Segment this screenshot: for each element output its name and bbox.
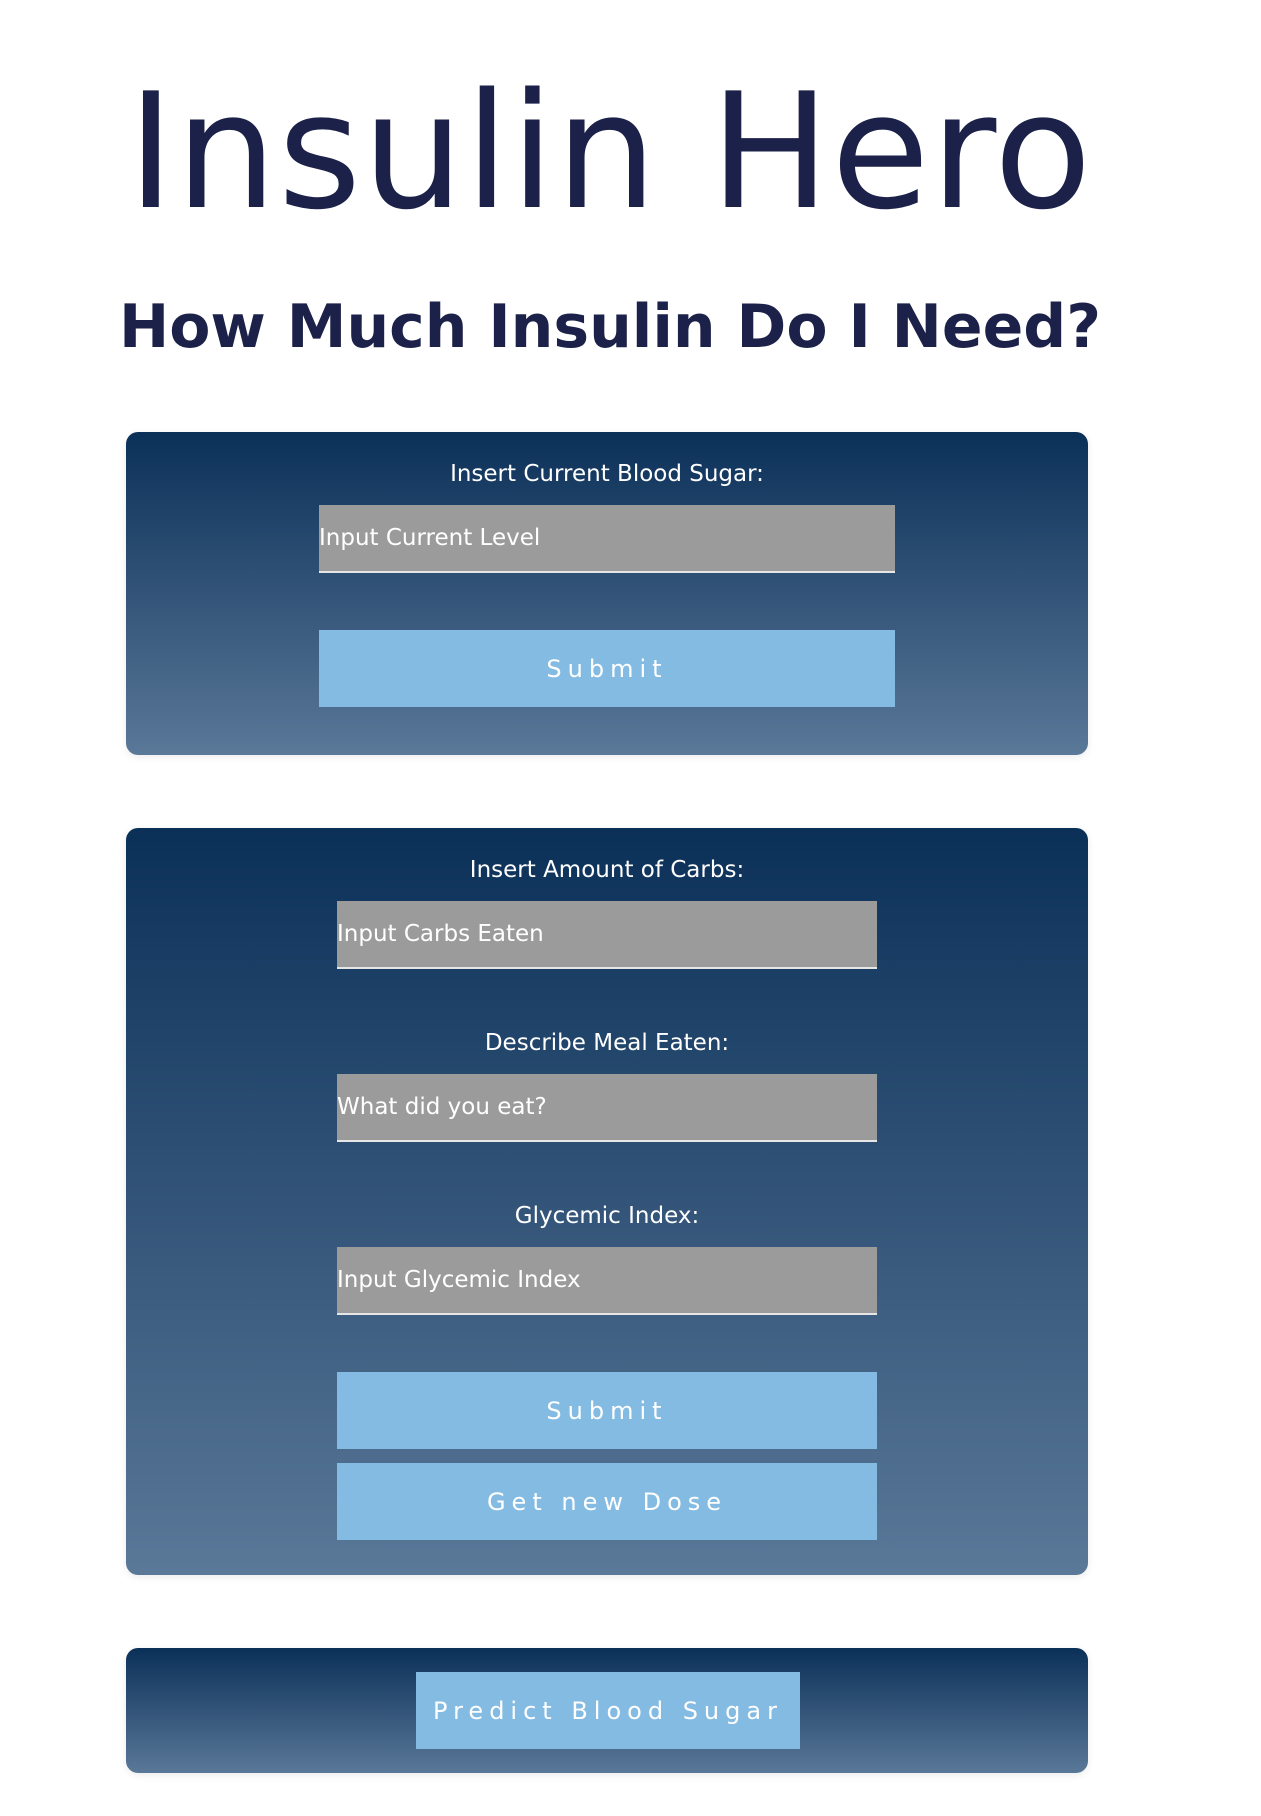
predict-card: Predict Blood Sugar [126, 1648, 1088, 1773]
glycemic-index-input[interactable] [337, 1247, 877, 1315]
meal-card: Insert Amount of Carbs: Describe Meal Ea… [126, 828, 1088, 1575]
app-title: Insulin Hero [127, 58, 1093, 245]
glycemic-index-label: Glycemic Index: [514, 1203, 700, 1229]
get-new-dose-button[interactable]: Get new Dose [337, 1463, 877, 1540]
meal-submit-button[interactable]: Submit [337, 1372, 877, 1449]
carbs-input[interactable] [337, 901, 877, 969]
carbs-label: Insert Amount of Carbs: [469, 857, 745, 883]
predict-blood-sugar-button[interactable]: Predict Blood Sugar [416, 1672, 800, 1749]
meal-description-input[interactable] [337, 1074, 877, 1142]
blood-sugar-submit-button[interactable]: Submit [319, 630, 895, 707]
page-subtitle: How Much Insulin Do I Need? [118, 292, 1102, 362]
meal-description-label: Describe Meal Eaten: [484, 1030, 730, 1056]
blood-sugar-input[interactable] [319, 505, 895, 573]
blood-sugar-card: Insert Current Blood Sugar: Submit [126, 432, 1088, 755]
blood-sugar-label: Insert Current Blood Sugar: [450, 461, 764, 487]
